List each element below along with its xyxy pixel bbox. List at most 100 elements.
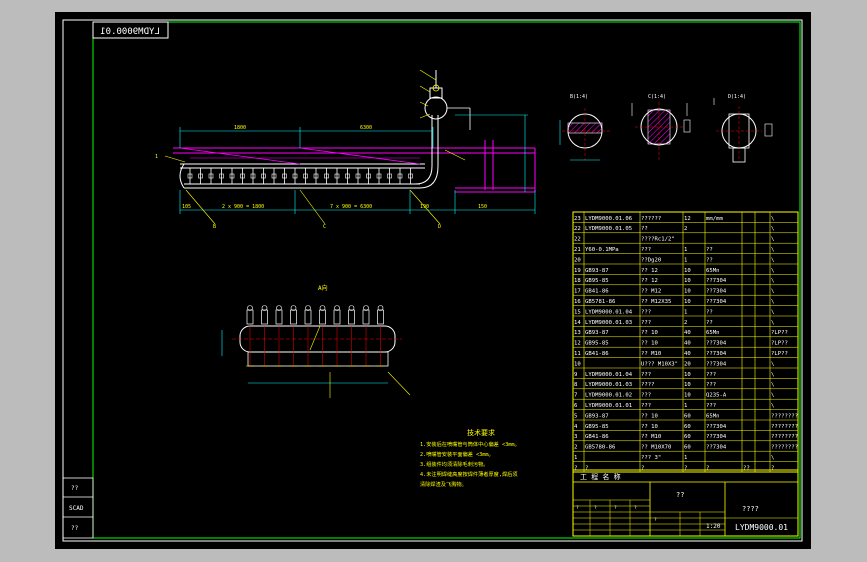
- title-project: ????: [742, 505, 759, 513]
- bom-cell-no: 18: [574, 278, 581, 284]
- bom-cell-note: ????????: [771, 445, 798, 451]
- bom-cell-note: \: [771, 278, 774, 284]
- bom-cell-no: 12: [574, 341, 581, 347]
- bom-cell-code: GB95-85: [585, 341, 609, 347]
- dim-bottom-4: 190: [420, 204, 429, 210]
- note-line-5: 清除焊渣及飞溅物。: [420, 480, 467, 488]
- bom-cell-name: ???: [641, 393, 651, 399]
- section-c-label: C(1:4): [648, 94, 666, 100]
- bom-cell-qty: 60: [684, 434, 691, 440]
- bom-cell-code: GB95-85: [585, 424, 609, 430]
- bom-cell-no: 22: [574, 237, 581, 243]
- bom-cell-qty: 2: [684, 226, 687, 232]
- dim-bottom-1: 105: [182, 204, 191, 210]
- title-grid-mark-5: ?: [654, 517, 657, 523]
- bom-cell-no: 22: [574, 226, 581, 232]
- cad-viewport: LYDM9000.01 ?? SCAD ?? 1800 6300 105 2 x…: [0, 0, 867, 562]
- bom-cell-code: LYDM9000.01.04: [585, 309, 633, 315]
- bom-cell-code: LYDM9000.01.04: [585, 372, 633, 378]
- bom-cell-name: ?? M10: [641, 434, 661, 440]
- bom-cell-code: LYDM9000.01.02: [585, 393, 632, 399]
- bom-cell-name: ??????: [641, 216, 661, 222]
- bom-cell-note: ?LP??: [771, 341, 788, 347]
- drawing-canvas[interactable]: [55, 12, 811, 549]
- bom-cell-note: \: [771, 268, 774, 274]
- bom-cell-name: ????Rc1/2": [641, 237, 675, 243]
- bom-cell-mat: ??7304: [706, 278, 727, 284]
- bom-cell-name: U??? M10X3": [641, 361, 678, 367]
- title-grid-mark-4: ?: [634, 505, 637, 511]
- bom-cell-note: \: [771, 361, 774, 367]
- bom-cell-code: GB93-87: [585, 413, 609, 419]
- dim-bottom-5: 150: [478, 204, 487, 210]
- bom-cell-code: GB93-87: [585, 330, 609, 336]
- plan-view-label: A向: [318, 284, 328, 292]
- bom-cell-no: 23: [574, 216, 581, 222]
- bom-cell-qty: 60: [684, 445, 691, 451]
- note-line-3: 3.组装件均须清除毛刺污物。: [420, 460, 489, 468]
- bom-cell-no: 16: [574, 299, 581, 305]
- dim-bottom-2: 2 x 900 = 1800: [222, 204, 264, 210]
- bom-cell-note: \: [771, 247, 774, 253]
- bom-cell-mat: 65Mn: [706, 413, 719, 419]
- section-d-label: D(1:4): [728, 94, 746, 100]
- section-b-label: B(1:4): [570, 94, 588, 100]
- bom-cell-no: 21: [574, 247, 581, 253]
- bom-cell-note: \: [771, 309, 774, 315]
- bom-cell-no: 6: [574, 403, 577, 409]
- bom-cell-mat: mm/mm: [706, 216, 723, 222]
- bom-cell-qty: 1: [684, 257, 687, 263]
- bom-cell-note: \: [771, 289, 774, 295]
- bom-cell-qty: 10: [684, 299, 691, 305]
- bom-cell-qty: 2: [684, 320, 687, 326]
- bom-cell-qty: 10: [684, 289, 691, 295]
- bom-cell-mat: ??: [706, 320, 713, 326]
- bom-cell-note: \: [771, 455, 774, 461]
- bom-cell-name: ?? M10: [641, 351, 661, 357]
- bom-cell-note: \: [771, 320, 774, 326]
- bom-cell-mat: ??7304: [706, 361, 727, 367]
- dim-bottom-3: 7 x 900 = 6300: [330, 204, 372, 210]
- svg-text:D: D: [438, 224, 441, 230]
- bom-cell-name: ?? 12: [641, 268, 658, 274]
- bom-cell-name: ???: [641, 309, 651, 315]
- bom-cell-name: ???: [641, 247, 651, 253]
- bom-cell-code: LYDM9000.01.03: [585, 320, 632, 326]
- bom-cell-note: \: [771, 403, 774, 409]
- bom-cell-qty: 10: [684, 382, 691, 388]
- bom-cell-mat: ??: [706, 309, 713, 315]
- bom-cell-name: ?? M10X70: [641, 445, 671, 451]
- bom-cell-no: 13: [574, 330, 581, 336]
- bom-cell-name: ??Dg20: [641, 257, 661, 263]
- bom-cell-name: ?? 10: [641, 424, 658, 430]
- bom-cell-name: ?? 10: [641, 413, 658, 419]
- bom-cell-qty: 10: [684, 372, 691, 378]
- bom-cell-mat: ??: [706, 247, 713, 253]
- dim-top-2: 6300: [360, 125, 372, 131]
- left-strip-label-2: SCAD: [69, 505, 84, 512]
- bom-cell-name: ????: [641, 382, 654, 388]
- svg-text:C: C: [323, 224, 326, 230]
- bom-cell-mat: ??7304: [706, 434, 727, 440]
- bom-cell-mat: ???: [706, 382, 716, 388]
- bom-cell-note: \: [771, 257, 774, 263]
- bom-cell-code: GB5781-86: [585, 299, 615, 305]
- bom-cell-name: ?? 10: [641, 341, 658, 347]
- bom-cell-name: ??: [641, 226, 648, 232]
- bom-cell-no: 2: [574, 445, 577, 451]
- bom-cell-code: LYDM9000.01.03: [585, 382, 632, 388]
- bom-cell-code: GB41-86: [585, 351, 609, 357]
- bom-cell-no: 9: [574, 372, 577, 378]
- bom-cell-note: ?LP??: [771, 351, 788, 357]
- bom-cell-mat: ??7304: [706, 445, 727, 451]
- bom-cell-no: 7: [574, 393, 577, 399]
- bom-cell-qty: 1: [684, 403, 687, 409]
- title-part-name: ??: [676, 491, 684, 499]
- bom-cell-qty: 1: [684, 455, 687, 461]
- bom-cell-qty: 20: [684, 361, 691, 367]
- dim-top-1: 1800: [234, 125, 246, 131]
- notes-title: 技术要求: [467, 428, 495, 437]
- left-strip-label-1: ??: [71, 485, 79, 492]
- bom-cell-no: 11: [574, 351, 581, 357]
- bom-cell-qty: 40: [684, 341, 691, 347]
